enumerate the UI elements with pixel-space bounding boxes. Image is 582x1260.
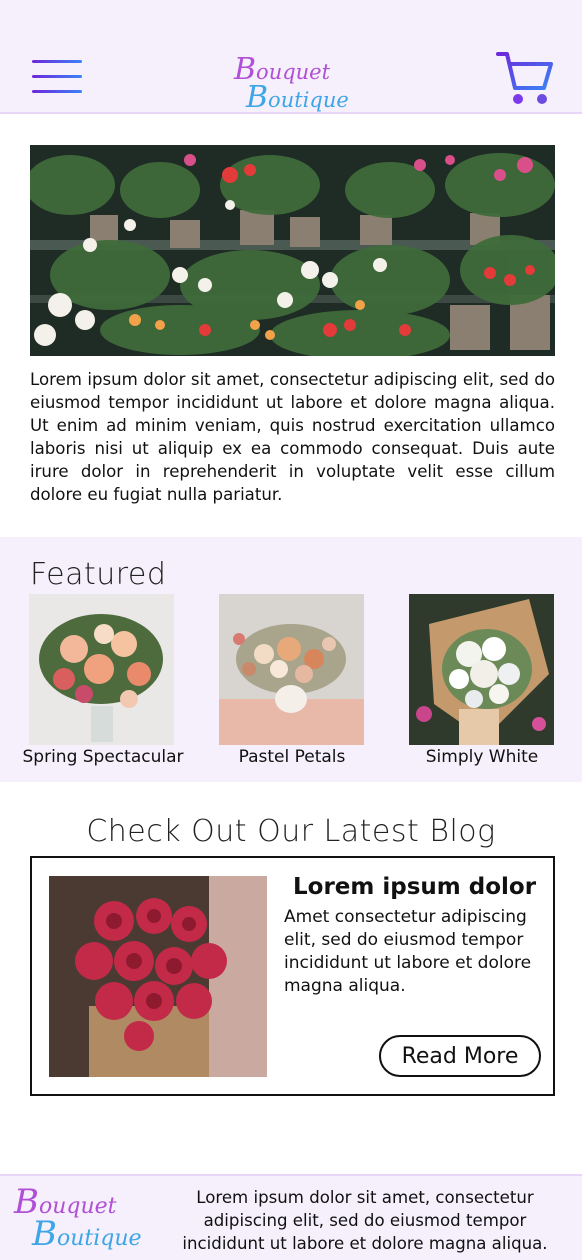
flower-shop-image <box>30 145 555 356</box>
featured-item-label: Pastel Petals <box>238 747 346 767</box>
site-logo[interactable]: Bouquet Boutique <box>232 48 352 115</box>
hamburger-menu-icon[interactable] <box>32 60 82 94</box>
read-more-button[interactable]: Read More <box>379 1035 541 1077</box>
simply-white-image <box>409 594 554 745</box>
hero-description: Lorem ipsum dolor sit amet, consectetur … <box>30 370 555 504</box>
blog-rose-bouquet-image <box>49 876 267 1077</box>
pastel-petals-image <box>219 594 364 745</box>
logo-line-2: Boutique <box>246 80 349 115</box>
spring-spectacular-image <box>29 594 174 745</box>
footer-logo[interactable]: Bouquet Boutique <box>14 1180 154 1260</box>
blog-excerpt: Amet consectetur adipiscing elit, sed do… <box>284 907 532 996</box>
blog-heading: Lorem ipsum dolor <box>293 874 537 900</box>
site-header: Bouquet Boutique <box>0 0 582 115</box>
shopping-cart-icon[interactable] <box>496 50 554 106</box>
featured-item-pastel-petals[interactable]: Pastel Petals <box>197 594 387 774</box>
blog-section-title: Check Out Our Latest Blog <box>86 814 496 849</box>
featured-item-label: Simply White <box>425 747 539 767</box>
featured-item-simply-white[interactable]: Simply White <box>387 594 577 774</box>
featured-item-spring-spectacular[interactable]: Spring Spectacular <box>8 594 198 774</box>
featured-item-label: Spring Spectacular <box>22 747 184 767</box>
featured-title: Featured <box>30 557 167 592</box>
site-footer: Bouquet Boutique Lorem ipsum dolor sit a… <box>0 1174 582 1260</box>
featured-section: Featured Spring Spectacular Pastel Petal… <box>0 537 582 782</box>
footer-text: Lorem ipsum dolor sit amet, consectetur … <box>182 1188 548 1253</box>
footer-logo-line-2: Boutique <box>32 1214 142 1254</box>
blog-card: Lorem ipsum dolor Amet consectetur adipi… <box>30 856 555 1096</box>
